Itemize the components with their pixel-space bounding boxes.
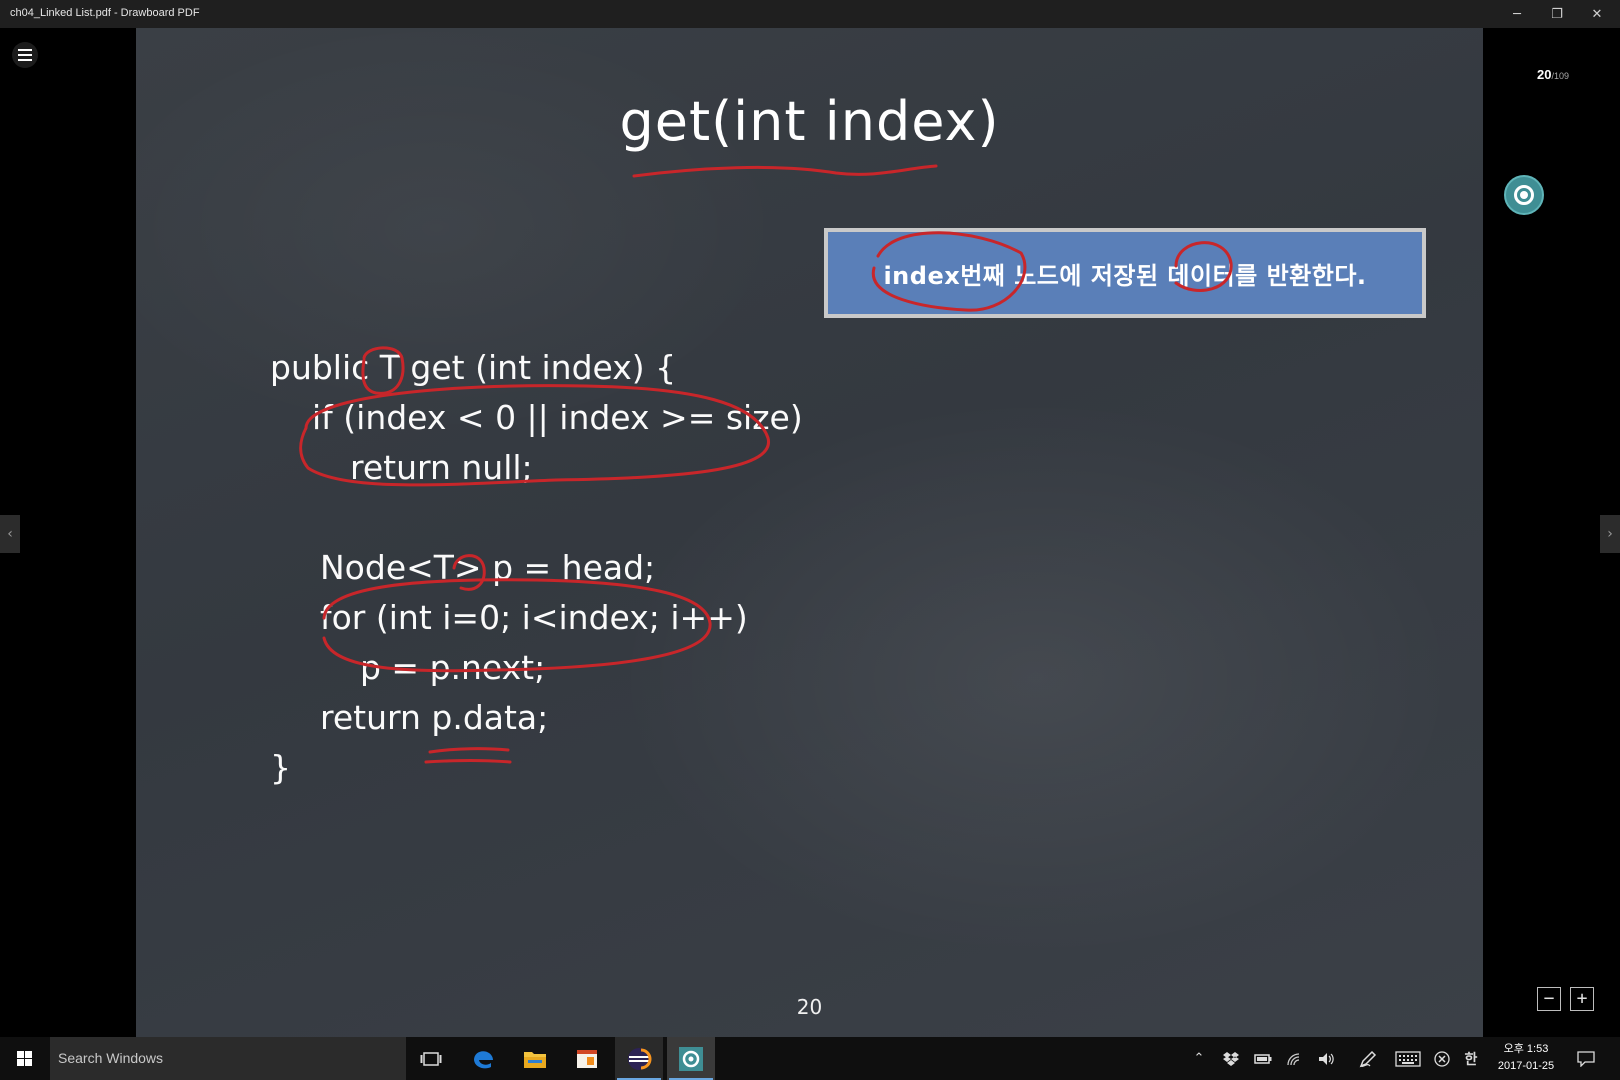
edge-browser-icon[interactable] bbox=[459, 1037, 507, 1080]
zoom-in-button[interactable]: + bbox=[1570, 987, 1594, 1011]
code-line: return p.data; bbox=[320, 698, 549, 737]
menu-icon[interactable] bbox=[12, 42, 38, 68]
wifi-icon[interactable] bbox=[1284, 1037, 1306, 1080]
system-clock[interactable]: 오후 1:53 2017-01-25 bbox=[1488, 1041, 1564, 1075]
code-line: Node<T> p = head; bbox=[320, 548, 656, 587]
minimize-button[interactable]: ─ bbox=[1497, 0, 1537, 28]
touch-keyboard-icon[interactable] bbox=[1394, 1037, 1422, 1080]
windows-start-icon[interactable] bbox=[0, 1037, 48, 1080]
close-button[interactable]: ✕ bbox=[1577, 0, 1617, 28]
window-title: ch04_Linked List.pdf - Drawboard PDF bbox=[10, 7, 200, 19]
ink-annotations bbox=[299, 164, 1233, 764]
title-bar: ch04_Linked List.pdf - Drawboard PDF ─ ❐… bbox=[0, 0, 1620, 28]
office-app-icon[interactable] bbox=[563, 1037, 611, 1080]
taskbar: Search Windows ⌃ 한 오후 1:53 2017-01-25 bbox=[0, 1037, 1620, 1080]
action-center-icon[interactable] bbox=[1574, 1037, 1598, 1080]
drawboard-pdf-icon[interactable] bbox=[667, 1037, 715, 1080]
code-line: } bbox=[270, 748, 291, 787]
code-line: public T get (int index) { bbox=[270, 348, 677, 387]
ink-title-underline bbox=[632, 164, 938, 178]
clock-date: 2017-01-25 bbox=[1497, 1060, 1555, 1072]
dropbox-icon[interactable] bbox=[1220, 1037, 1242, 1080]
pdf-viewer: get(int index) index번째 노드에 저장된 데이터를 반환한다… bbox=[0, 28, 1620, 1037]
slide-title: get(int index) bbox=[619, 90, 1000, 153]
search-placeholder: Search Windows bbox=[58, 1050, 164, 1066]
current-page: 20 bbox=[1537, 67, 1552, 82]
search-box[interactable]: Search Windows bbox=[50, 1037, 406, 1080]
total-pages: /109 bbox=[1551, 71, 1569, 81]
clock-time: 오후 1:53 bbox=[1503, 1043, 1549, 1055]
code-line: return null; bbox=[350, 448, 533, 487]
code-line: if (index < 0 || index >= size) bbox=[312, 398, 803, 437]
eclipse-ide-icon[interactable] bbox=[615, 1037, 663, 1080]
pdf-page[interactable]: get(int index) index번째 노드에 저장된 데이터를 반환한다… bbox=[136, 28, 1483, 1037]
volume-icon[interactable] bbox=[1316, 1037, 1338, 1080]
battery-icon[interactable] bbox=[1252, 1037, 1274, 1080]
drawboard-tool-icon[interactable] bbox=[1504, 175, 1544, 215]
code-line: p = p.next; bbox=[360, 648, 546, 687]
cancel-circle-icon[interactable] bbox=[1432, 1037, 1452, 1080]
prev-page-arrow[interactable]: ‹ bbox=[0, 515, 20, 553]
ink-underline-data bbox=[428, 747, 510, 754]
note-text: index번째 노드에 저장된 데이터를 반환한다. bbox=[883, 261, 1367, 290]
show-hidden-icons-chevron-icon[interactable]: ⌃ bbox=[1188, 1037, 1210, 1080]
note-callout: index번째 노드에 저장된 데이터를 반환한다. bbox=[824, 228, 1426, 318]
next-page-arrow[interactable]: › bbox=[1600, 515, 1620, 553]
code-line: for (int i=0; i<index; i++) bbox=[320, 598, 748, 637]
ime-indicator[interactable]: 한 bbox=[1461, 1037, 1481, 1080]
page-counter: 20/109 bbox=[1537, 66, 1569, 84]
ink-underline-data-2 bbox=[424, 759, 512, 764]
restore-button[interactable]: ❐ bbox=[1537, 0, 1577, 28]
task-view-icon[interactable] bbox=[407, 1037, 455, 1080]
pen-workspace-icon[interactable] bbox=[1356, 1037, 1380, 1080]
zoom-out-button[interactable]: − bbox=[1537, 987, 1561, 1011]
file-explorer-icon[interactable] bbox=[511, 1037, 559, 1080]
slide-page-number: 20 bbox=[796, 995, 823, 1019]
